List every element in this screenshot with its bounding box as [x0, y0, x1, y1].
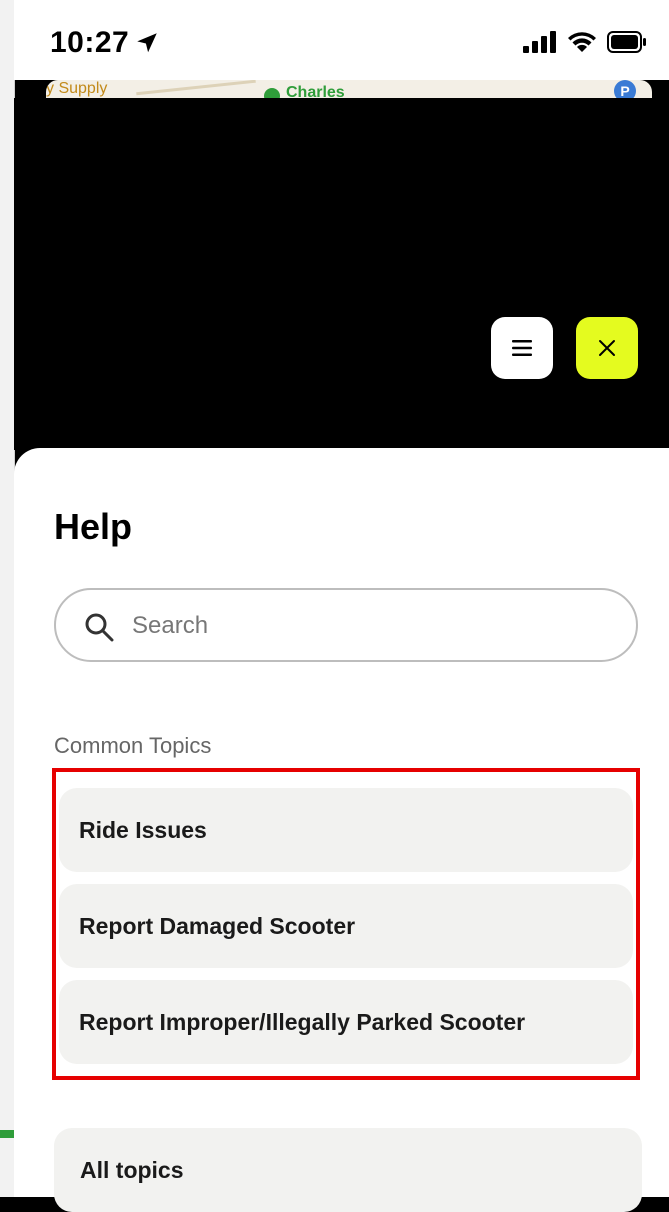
close-icon	[599, 340, 615, 356]
search-input[interactable]	[130, 607, 614, 645]
help-sheet: Help Common Topics Ride Issues Report Da…	[14, 448, 669, 1212]
menu-icon	[512, 340, 532, 356]
status-icons	[523, 30, 647, 54]
map-label-place: Charles	[286, 84, 345, 98]
menu-button[interactable]	[491, 317, 553, 379]
edge-marker	[0, 1130, 14, 1138]
close-button[interactable]	[576, 317, 638, 379]
topic-report-improper-parked-scooter[interactable]: Report Improper/Illegally Parked Scooter	[59, 980, 633, 1064]
search-icon	[85, 613, 114, 642]
common-topics-heading: Common Topics	[54, 733, 212, 758]
topic-label: Report Damaged Scooter	[79, 912, 356, 939]
map-road	[136, 80, 256, 96]
topic-report-damaged-scooter[interactable]: Report Damaged Scooter	[59, 884, 633, 968]
map-view[interactable]: y Supply Charles P	[46, 80, 652, 98]
status-bar: 10:27	[14, 0, 669, 80]
parking-marker[interactable]: P	[614, 80, 636, 98]
search-bar[interactable]	[54, 588, 638, 662]
all-topics-button[interactable]: All topics	[54, 1128, 642, 1212]
topic-label: Ride Issues	[79, 816, 207, 843]
map-label-store: y Supply	[46, 80, 108, 97]
sheet-title: Help	[54, 506, 133, 547]
map-poi-marker	[264, 88, 280, 98]
map-dark-area	[14, 98, 669, 450]
topic-ride-issues[interactable]: Ride Issues	[59, 788, 633, 872]
left-window-edge	[0, 0, 15, 1197]
battery-icon	[607, 31, 646, 53]
location-arrow-icon	[137, 33, 157, 53]
topic-label: Report Improper/Illegally Parked Scooter	[79, 1008, 526, 1035]
all-topics-label: All topics	[80, 1156, 184, 1183]
cellular-signal-icon	[523, 31, 556, 53]
status-time: 10:27	[50, 26, 130, 59]
wifi-icon	[568, 32, 596, 52]
